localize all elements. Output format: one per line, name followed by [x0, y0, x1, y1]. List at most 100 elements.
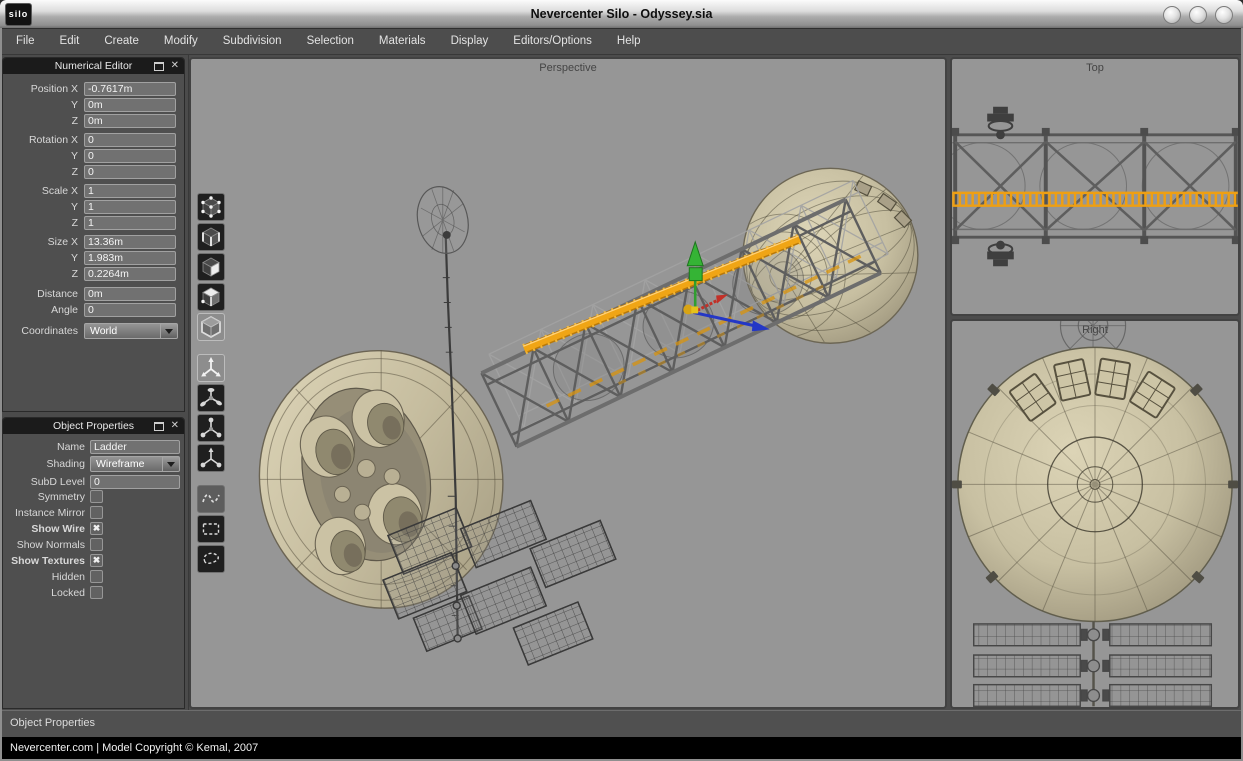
scale-x-input[interactable]: 1 [84, 184, 176, 198]
paint-select-icon [198, 486, 224, 512]
label-hidden: Hidden [52, 570, 85, 584]
close-icon[interactable]: ✕ [171, 419, 179, 433]
menu-materials[interactable]: Materials [379, 35, 426, 47]
universal-tool-button[interactable] [197, 444, 225, 472]
locked-checkbox[interactable] [90, 586, 103, 599]
scale-y-input[interactable]: 1 [84, 200, 176, 214]
menu-subdivision[interactable]: Subdivision [223, 35, 282, 47]
edge-mode-button[interactable] [197, 223, 225, 251]
rotation-x-input[interactable]: 0 [84, 133, 176, 147]
command-sphere-right[interactable] [952, 347, 1238, 621]
label-instance-mirror: Instance Mirror [15, 506, 85, 520]
gizmo-center[interactable] [691, 306, 698, 313]
restore-icon[interactable] [154, 62, 164, 71]
menu-edit[interactable]: Edit [60, 35, 80, 47]
minimize-button[interactable] [1163, 6, 1181, 24]
coordinates-value: World [84, 323, 161, 339]
symmetry-checkbox[interactable] [90, 490, 103, 503]
paint-select-button[interactable] [197, 485, 225, 513]
checkmark: ✖ [91, 523, 102, 534]
rect-select-icon [198, 516, 224, 542]
move-tool-icon [198, 355, 224, 381]
perspective-label: Perspective [191, 62, 945, 74]
distance-input[interactable]: 0m [84, 287, 176, 301]
menu-create[interactable]: Create [104, 35, 139, 47]
label-shading: Shading [46, 456, 85, 472]
close-icon[interactable]: ✕ [171, 59, 179, 73]
instance-mirror-checkbox[interactable] [90, 506, 103, 519]
maximize-button[interactable] [1189, 6, 1207, 24]
rotation-z-input[interactable]: 0 [84, 165, 176, 179]
show-wire-checkbox[interactable]: ✖ [90, 522, 103, 535]
window-edge-left [0, 28, 2, 761]
menu-editors-options[interactable]: Editors/Options [513, 35, 592, 47]
label-rotation-y: Y [71, 149, 78, 163]
size-z-input[interactable]: 0.2264m [84, 267, 176, 281]
face-mode-button[interactable] [197, 253, 225, 281]
position-z-input[interactable]: 0m [84, 114, 176, 128]
gizmo-y-handle[interactable] [689, 268, 702, 281]
scale-z-input[interactable]: 1 [84, 216, 176, 230]
perspective-scene[interactable] [191, 59, 945, 707]
label-size-y: Y [71, 251, 78, 265]
multi-mode-button[interactable] [197, 283, 225, 311]
spacecraft-model[interactable] [232, 154, 939, 665]
show-textures-checkbox[interactable]: ✖ [90, 554, 103, 567]
status-text: Object Properties [10, 717, 95, 729]
menu-help[interactable]: Help [617, 35, 641, 47]
size-y-input[interactable]: 1.983m [84, 251, 176, 265]
restore-icon[interactable] [154, 422, 164, 431]
vertex-mode-icon [198, 194, 224, 220]
label-subd-level: SubD Level [31, 475, 85, 489]
size-x-input[interactable]: 13.36m [84, 235, 176, 249]
show-normals-checkbox[interactable] [90, 538, 103, 551]
menu-modify[interactable]: Modify [164, 35, 198, 47]
coordinates-dropdown[interactable]: World [84, 323, 178, 339]
rect-select-button[interactable] [197, 515, 225, 543]
rotation-y-input[interactable]: 0 [84, 149, 176, 163]
object-properties-titlebar[interactable]: Object Properties ✕ [3, 418, 184, 434]
object-mode-button[interactable] [197, 313, 225, 341]
menu-file[interactable]: File [16, 35, 35, 47]
perspective-viewport[interactable]: Perspective [189, 57, 947, 709]
scale-tool-button[interactable] [197, 414, 225, 442]
right-viewport[interactable]: Right [950, 319, 1240, 709]
menu-bar: File Edit Create Modify Subdivision Sele… [0, 28, 1243, 55]
lasso-select-button[interactable] [197, 545, 225, 573]
position-x-input[interactable]: -0.7617m [84, 82, 176, 96]
top-scene[interactable] [952, 59, 1238, 314]
name-input[interactable]: Ladder [90, 440, 180, 454]
rotate-tool-button[interactable] [197, 384, 225, 412]
vertex-mode-button[interactable] [197, 193, 225, 221]
angle-input[interactable]: 0 [84, 303, 176, 317]
footer-bar: Nevercenter.com | Model Copyright © Kema… [0, 737, 1243, 761]
close-button[interactable] [1215, 6, 1233, 24]
right-scene[interactable] [952, 321, 1238, 707]
numerical-editor-titlebar[interactable]: Numerical Editor ✕ [3, 58, 184, 74]
universal-tool-icon [198, 445, 224, 471]
move-tool-button[interactable] [197, 354, 225, 382]
label-show-wire: Show Wire [31, 522, 85, 536]
subd-level-input[interactable]: 0 [90, 475, 180, 489]
menu-display[interactable]: Display [451, 35, 489, 47]
label-size-x: Size X [48, 235, 78, 249]
position-y-input[interactable]: 0m [84, 98, 176, 112]
label-position-x: Position X [31, 82, 78, 96]
menu-selection[interactable]: Selection [307, 35, 354, 47]
top-viewport[interactable]: Top [950, 57, 1240, 316]
dropdown-arrow-icon[interactable] [163, 456, 180, 472]
shading-dropdown[interactable]: Wireframe [90, 456, 180, 472]
label-scale-z: Z [72, 216, 78, 230]
hidden-checkbox[interactable] [90, 570, 103, 583]
solar-panels-right[interactable] [974, 621, 1212, 706]
label-rotation-x: Rotation X [29, 133, 78, 147]
ladder-top-selected[interactable] [952, 193, 1238, 206]
truss-top [952, 128, 1238, 244]
dropdown-arrow-icon[interactable] [161, 323, 178, 339]
edge-mode-icon [198, 224, 224, 250]
gizmo-x-arrow[interactable] [716, 295, 728, 304]
multi-mode-icon [198, 284, 224, 310]
titlebar[interactable]: silo Nevercenter Silo - Odyssey.sia [0, 0, 1243, 29]
solar-panels[interactable] [383, 501, 616, 665]
label-size-z: Z [72, 267, 78, 281]
